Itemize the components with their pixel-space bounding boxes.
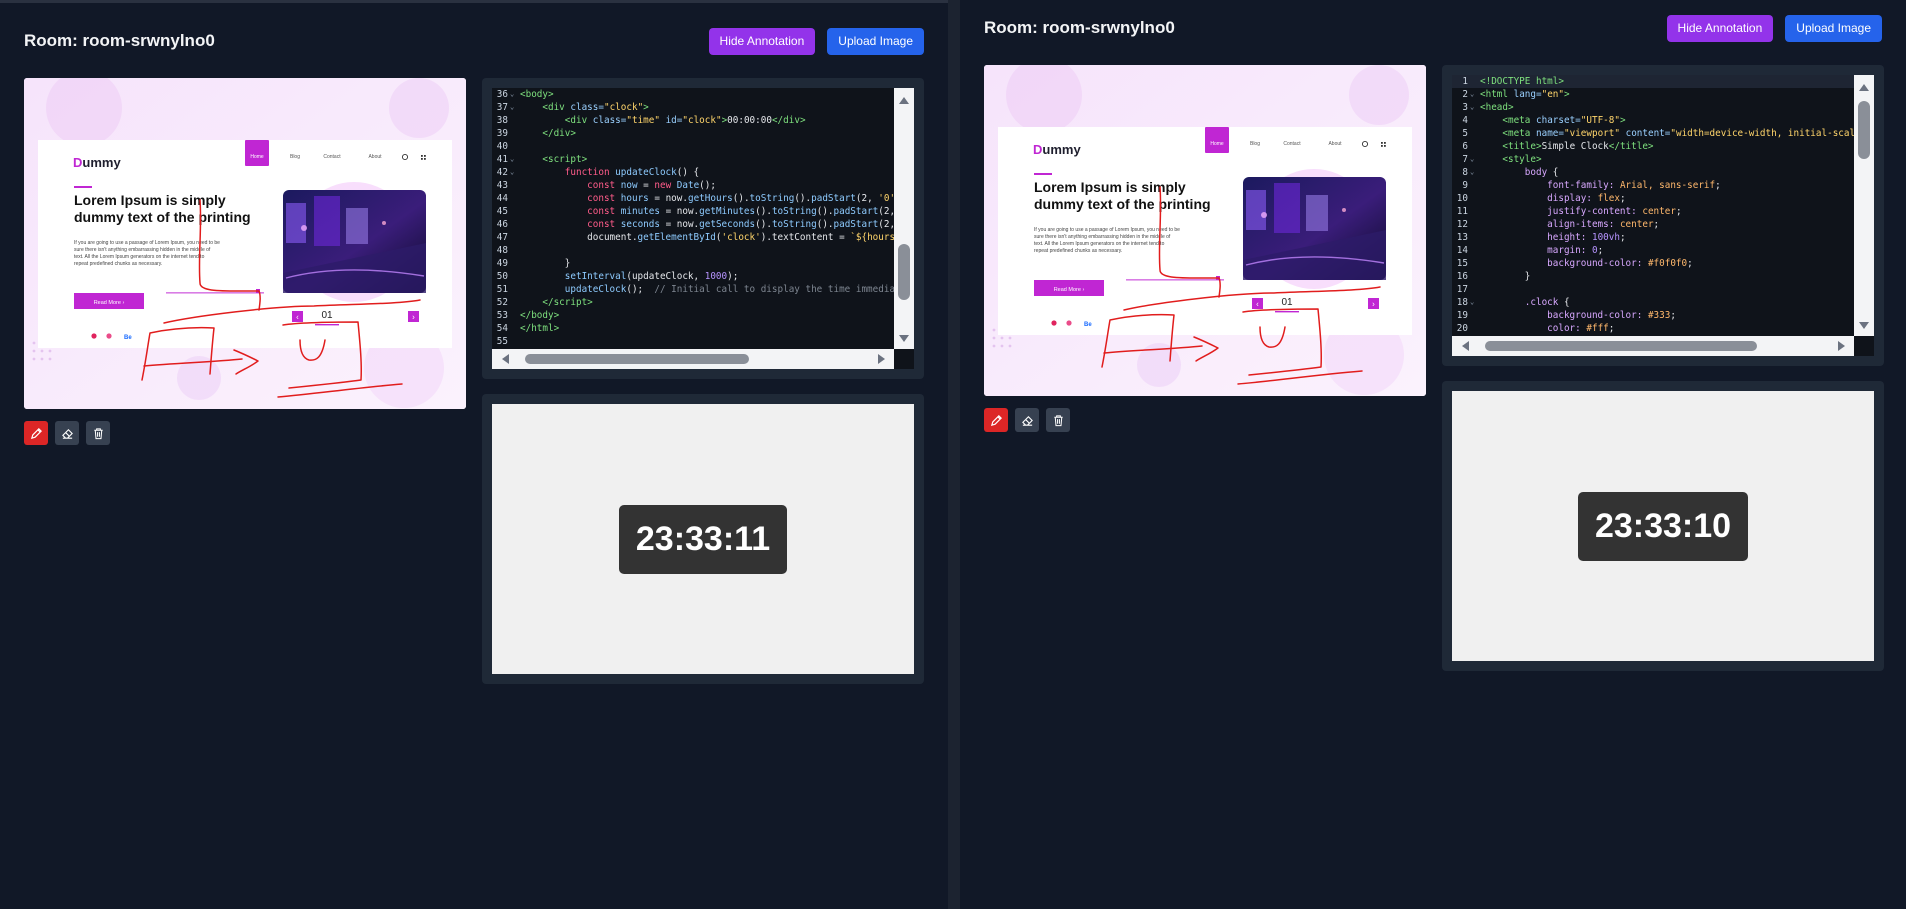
mockup-headline-2: dummy text of the printing (1034, 196, 1211, 212)
right-room-pane: Room: room-srwnylno0 Hide Annotation Upl… (960, 0, 1906, 909)
svg-text:If you are going to use a pass: If you are going to use a passage of Lor… (1034, 227, 1180, 233)
mockup-logo: Dummy (73, 155, 121, 170)
svg-text:›: › (1372, 300, 1375, 309)
preview-frame: 23:33:11 (492, 404, 914, 674)
mockup-read-more: Read More › (1054, 287, 1085, 293)
scroll-right-icon[interactable] (878, 354, 885, 364)
left-room-pane: Room: room-srwnylno0 Hide Annotation Upl… (0, 0, 948, 909)
code-horizontal-scrollbar[interactable] (492, 349, 894, 369)
scroll-down-icon[interactable] (1859, 322, 1869, 329)
mockup-slide-number: 01 (321, 310, 333, 321)
trash-icon (93, 427, 103, 439)
svg-text:If you are going to use a pass: If you are going to use a passage of Lor… (74, 240, 220, 246)
svg-text:text. All the Lorem Ipsum gene: text. All the Lorem Ipsum generators on … (74, 254, 205, 260)
scroll-up-icon[interactable] (1859, 84, 1869, 91)
svg-text:text. All the Lorem Ipsum gene: text. All the Lorem Ipsum generators on … (1034, 241, 1165, 247)
scroll-thumb[interactable] (898, 244, 910, 300)
preview-frame: 23:33:10 (1452, 391, 1874, 661)
scroll-thumb[interactable] (1858, 101, 1870, 159)
scroll-right-icon[interactable] (1838, 341, 1845, 351)
eraser-tool-button[interactable] (55, 421, 79, 445)
svg-text:›: › (412, 313, 415, 322)
scroll-up-icon[interactable] (899, 97, 909, 104)
code-vertical-scrollbar[interactable] (1854, 75, 1874, 336)
pencil-icon (990, 414, 1002, 426)
scroll-thumb-horizontal[interactable] (1485, 341, 1757, 351)
mockup-nav-contact: Contact (1283, 141, 1301, 147)
annotation-toolbar (24, 421, 110, 445)
clock-display: 23:33:10 (1577, 491, 1749, 561)
mockup-nav-home: Home (250, 154, 264, 160)
scroll-left-icon[interactable] (1462, 341, 1469, 351)
svg-text:‹: ‹ (296, 313, 299, 322)
pencil-icon (30, 427, 42, 439)
annotated-image-canvas[interactable]: Dummy Home Blog Contact About Lorem Ipsu… (984, 65, 1426, 396)
mockup-headline-2: dummy text of the printing (74, 209, 251, 225)
code-editor-panel: 36 ⌄ <body> 37 ⌄ <div class="clock"> 38 <di… (482, 78, 924, 379)
code-editor[interactable]: 36 ⌄ <body> 37 ⌄ <div class="clock"> 38 <di… (492, 88, 894, 349)
hide-annotation-button[interactable]: Hide Annotation (708, 27, 816, 55)
room-title: Room: room-srwnylno0 (24, 31, 215, 50)
eraser-icon (61, 428, 73, 439)
clear-tool-button[interactable] (86, 421, 110, 445)
upload-image-button[interactable]: Upload Image (1785, 14, 1882, 42)
mockup-nav-about: About (368, 154, 382, 160)
trash-icon (1053, 414, 1063, 426)
pencil-tool-button[interactable] (24, 421, 48, 445)
room-header: Room: room-srwnylno0 Hide Annotation Upl… (24, 25, 924, 57)
preview-panel: 23:33:11 (482, 394, 924, 684)
preview-panel: 23:33:10 (1442, 381, 1884, 671)
hide-annotation-button[interactable]: Hide Annotation (1666, 14, 1774, 42)
scroll-left-icon[interactable] (502, 354, 509, 364)
eraser-icon (1021, 415, 1033, 426)
code-editor[interactable]: 1 <!DOCTYPE html> 2 ⌄ <html lang="en"> 3 ⌄ <h… (1452, 75, 1854, 336)
mockup-slide-number: 01 (1281, 297, 1293, 308)
annotation-toolbar (984, 408, 1070, 432)
pencil-tool-button[interactable] (984, 408, 1008, 432)
code-editor-panel: 1 <!DOCTYPE html> 2 ⌄ <html lang="en"> 3 ⌄ <h… (1442, 65, 1884, 366)
clear-tool-button[interactable] (1046, 408, 1070, 432)
svg-text:repeat predefined chunks as ne: repeat predefined chunks as necessary. (74, 261, 162, 267)
mockup-read-more: Read More › (94, 300, 125, 306)
room-header: Room: room-srwnylno0 Hide Annotation Upl… (984, 12, 1882, 44)
mockup-screenshot: Dummy Home Blog Contact About Lorem Ipsu… (984, 65, 1426, 396)
code-horizontal-scrollbar[interactable] (1452, 336, 1854, 356)
room-title: Room: room-srwnylno0 (984, 18, 1175, 37)
svg-text:‹: ‹ (1256, 300, 1259, 309)
mockup-logo: Dummy (1033, 142, 1081, 157)
mockup-nav-blog: Blog (290, 154, 300, 160)
svg-text:Be: Be (1084, 322, 1092, 328)
mockup-nav-home: Home (1210, 141, 1224, 147)
eraser-tool-button[interactable] (1015, 408, 1039, 432)
mockup-nav-contact: Contact (323, 154, 341, 160)
svg-text:repeat predefined chunks as ne: repeat predefined chunks as necessary. (1034, 248, 1122, 254)
mockup-nav-about: About (1328, 141, 1342, 147)
scroll-down-icon[interactable] (899, 335, 909, 342)
scroll-thumb-horizontal[interactable] (525, 354, 749, 364)
annotated-image-canvas[interactable]: Dummy Home Blog Contact About Lorem Ipsu… (24, 78, 466, 409)
mockup-nav-blog: Blog (1250, 141, 1260, 147)
svg-text:sure there isn't anything emba: sure there isn't anything embarrassing h… (1034, 234, 1171, 240)
clock-display: 23:33:11 (618, 504, 788, 574)
upload-image-button[interactable]: Upload Image (827, 27, 924, 55)
svg-text:Be: Be (124, 335, 132, 341)
code-vertical-scrollbar[interactable] (894, 88, 914, 349)
mockup-headline-1: Lorem Ipsum is simply (74, 192, 226, 208)
mockup-screenshot: Dummy Home Blog Contact About Lorem Ipsu… (24, 78, 466, 409)
pane-divider[interactable] (948, 0, 960, 909)
mockup-headline-1: Lorem Ipsum is simply (1034, 179, 1186, 195)
svg-text:sure there isn't anything emba: sure there isn't anything embarrassing h… (74, 247, 211, 253)
